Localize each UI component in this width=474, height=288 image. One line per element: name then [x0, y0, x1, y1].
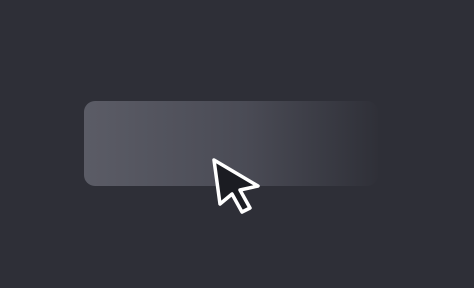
loading-screen [0, 0, 474, 288]
cursor-arrow-shape [212, 158, 260, 214]
mouse-cursor-icon [212, 158, 260, 214]
